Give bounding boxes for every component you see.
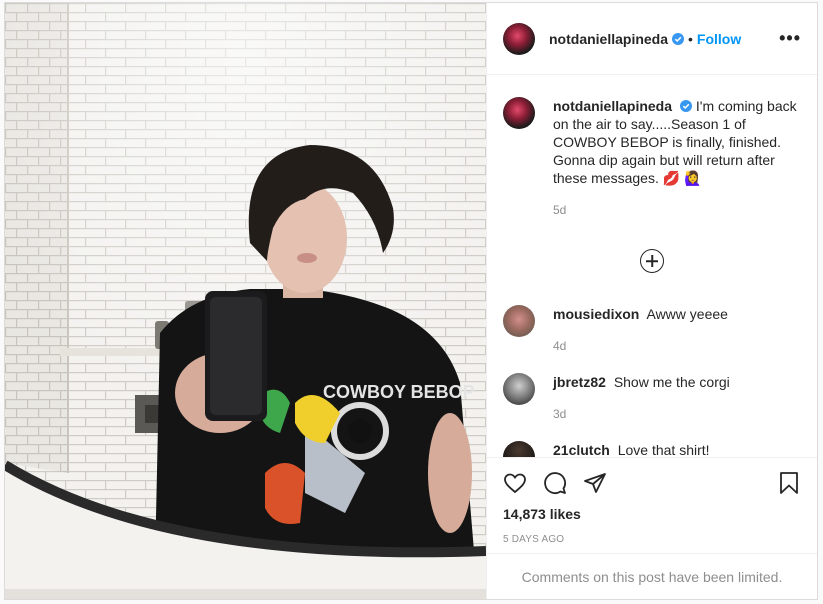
verified-badge-icon: [680, 100, 693, 112]
share-paper-plane-icon[interactable]: [583, 471, 607, 495]
caption-age: 5d: [553, 203, 567, 217]
comment-avatar[interactable]: [503, 373, 535, 405]
comment-avatar[interactable]: [503, 305, 535, 337]
comment-body: mousiedixon Awww yeeee 4d: [553, 305, 728, 355]
comment-item: mousiedixon Awww yeeee 4d: [503, 305, 801, 355]
comment-bubble-icon[interactable]: [543, 471, 567, 495]
mirror-selfie-image: COWBOY BEBOP: [5, 3, 486, 599]
comment-item: jbretz82 Show me the corgi 3d: [503, 373, 801, 423]
comments-limited-notice: Comments on this post have been limited.: [487, 553, 817, 599]
comment-text: Awww yeeee: [646, 306, 728, 322]
caption-username[interactable]: notdaniellapineda: [553, 98, 672, 114]
author-avatar[interactable]: [503, 22, 535, 55]
header-separator: •: [688, 30, 693, 47]
more-options-icon[interactable]: •••: [779, 28, 801, 49]
follow-button[interactable]: Follow: [697, 31, 741, 47]
post-date[interactable]: 5 DAYS AGO: [503, 534, 801, 545]
caption: notdaniellapineda I'm coming back on the…: [503, 97, 801, 219]
post-sidebar: notdaniellapineda • Follow ••• notdaniel…: [486, 3, 817, 599]
comment-username[interactable]: 21clutch: [553, 442, 610, 457]
shirt-print-title: COWBOY BEBOP: [323, 382, 475, 402]
comment-item: 21clutch Love that shirt!: [503, 441, 801, 457]
comment-age: 4d: [553, 339, 567, 353]
instagram-post: COWBOY BEBOP notdaniellapineda • Follow …: [4, 2, 818, 600]
comment-username[interactable]: jbretz82: [553, 374, 606, 390]
author-username[interactable]: notdaniellapineda: [549, 31, 668, 47]
post-photo[interactable]: COWBOY BEBOP: [5, 3, 486, 599]
load-more-comments: [503, 249, 801, 273]
comment-avatar[interactable]: [503, 441, 535, 457]
verified-badge-icon: [672, 32, 685, 45]
post-actions: 14,873 likes 5 DAYS AGO: [487, 457, 817, 553]
load-more-comments-icon[interactable]: [640, 249, 664, 273]
comment-body: 21clutch Love that shirt!: [553, 441, 710, 457]
like-heart-icon[interactable]: [503, 471, 527, 495]
comment-text: Show me the corgi: [613, 374, 730, 390]
comment-age: 3d: [553, 407, 567, 421]
save-bookmark-icon[interactable]: [777, 471, 801, 495]
likes-count[interactable]: 14,873 likes: [503, 506, 801, 522]
post-header: notdaniellapineda • Follow •••: [487, 3, 817, 75]
caption-body: notdaniellapineda I'm coming back on the…: [553, 97, 801, 219]
comment-body: jbretz82 Show me the corgi 3d: [553, 373, 730, 423]
comments-list[interactable]: notdaniellapineda I'm coming back on the…: [487, 75, 817, 457]
comment-text: Love that shirt!: [617, 442, 710, 457]
action-icons: [503, 468, 801, 498]
comment-username[interactable]: mousiedixon: [553, 306, 639, 322]
caption-avatar[interactable]: [503, 97, 535, 129]
